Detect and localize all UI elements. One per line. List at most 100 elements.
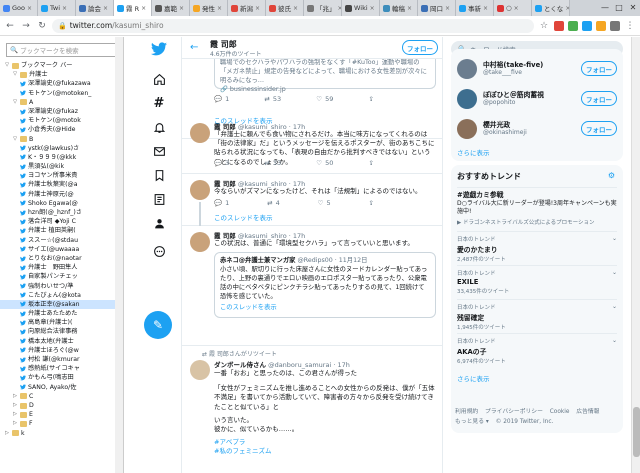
bookmark-folder[interactable]: ▽ A <box>0 98 123 107</box>
browser-tab[interactable]: 彼氏 × <box>266 0 304 16</box>
close-tab-icon[interactable]: × <box>565 5 569 12</box>
reload-icon[interactable]: ↻ <box>36 21 48 31</box>
browser-tab[interactable]: 「兆」× <box>304 0 342 16</box>
bookmark-folder[interactable]: ▷ F <box>0 419 123 428</box>
minimize-button[interactable]: — <box>598 0 612 16</box>
expand-arrow-icon[interactable]: ▽ <box>12 70 18 79</box>
footer-more-link[interactable]: もっと見る ▾ <box>455 419 489 425</box>
avatar[interactable] <box>190 232 210 252</box>
close-tab-icon[interactable]: × <box>407 5 412 12</box>
bookmark-item[interactable]: ススー☆(@stdau <box>0 236 123 245</box>
avatar[interactable] <box>190 360 210 380</box>
close-tab-icon[interactable]: × <box>514 5 519 12</box>
quoted-show-thread-link[interactable]: このスレッドを表示 <box>220 303 430 312</box>
bookmark-item[interactable]: 橋本太地(弁護士 <box>0 337 123 346</box>
follow-button[interactable]: フォロー <box>402 40 438 55</box>
expand-arrow-icon[interactable]: ▷ <box>12 392 18 401</box>
expand-arrow-icon[interactable]: ▽ <box>4 61 10 70</box>
bookmark-folder[interactable]: ▽ B <box>0 135 123 144</box>
forward-icon[interactable]: → <box>20 21 32 31</box>
bookmark-item[interactable]: 感熱紙(サイコキャ <box>0 364 123 373</box>
bookmark-folder[interactable]: ▷ D <box>0 401 123 410</box>
sidebar-scrollbar[interactable] <box>115 37 123 473</box>
back-icon[interactable]: ← <box>4 21 16 31</box>
show-more-link[interactable]: さらに表示 <box>457 373 490 383</box>
gear-icon[interactable]: ⚙ <box>608 171 615 180</box>
browser-tab[interactable]: 岡口 × <box>418 0 456 16</box>
messages-icon[interactable] <box>151 143 167 159</box>
close-tab-icon[interactable]: × <box>27 5 32 12</box>
browser-tab[interactable]: Wiki × <box>342 0 380 16</box>
tweet[interactable]: 霞 司郎 @kasumi_shiro · 17h 今ならいがズマンになったけど、… <box>182 174 442 226</box>
url-field[interactable]: 🔒 twitter.com/kasumi_shiro <box>52 18 534 33</box>
like-button[interactable]: ♡ 50 <box>316 159 333 167</box>
chevron-down-icon[interactable]: ⌄ <box>612 269 617 276</box>
bookmark-folder[interactable]: ▷ C <box>0 392 123 401</box>
bookmark-item[interactable]: 落合洋司 ◆Yoji C <box>0 217 123 226</box>
expand-arrow-icon[interactable]: ▷ <box>12 401 18 410</box>
bookmark-item[interactable]: ヨコヤン所事米貴 <box>0 171 123 180</box>
close-tab-icon[interactable]: × <box>293 5 298 12</box>
bookmark-item[interactable]: 弁護士秋葉実(@a <box>0 180 123 189</box>
explore-icon[interactable]: # <box>151 95 167 111</box>
avatar[interactable] <box>190 180 210 200</box>
follow-button[interactable]: フォロー <box>581 91 617 106</box>
bookmark-item[interactable]: モトケン(@motoken_ <box>0 89 123 98</box>
browser-tab[interactable]: 論会 × <box>76 0 114 16</box>
bookmarks-icon[interactable] <box>151 167 167 183</box>
bookmark-item[interactable]: 深澤諭史(@fukazawa <box>0 79 123 88</box>
close-tab-icon[interactable]: × <box>217 5 222 12</box>
trend-item[interactable]: 日本のトレンド EXILE 33,435件のツイート ⌄ <box>457 265 617 299</box>
suggested-account[interactable]: 櫻井光政 @okinashimeji フォロー <box>457 117 617 143</box>
back-arrow-icon[interactable]: ← <box>190 42 198 53</box>
expand-arrow-icon[interactable]: ▽ <box>12 98 18 107</box>
show-more-link[interactable]: さらに表示 <box>457 147 490 157</box>
browser-tab[interactable]: 新潟 × <box>228 0 266 16</box>
profile-icon[interactable] <box>151 215 167 231</box>
avatar[interactable] <box>457 89 477 109</box>
expand-arrow-icon[interactable]: ▽ <box>12 135 18 144</box>
expand-arrow-icon[interactable]: ▷ <box>12 410 18 419</box>
bookmark-item[interactable]: 弁護士あたためた <box>0 309 123 318</box>
quoted-tweet[interactable]: 赤ネコ@弁護士兼マンガ家 @Redips00 · 11月12日 小さい頃、駅切り… <box>214 252 436 318</box>
chevron-down-icon[interactable]: ⌄ <box>612 303 617 310</box>
scrollbar-thumb[interactable] <box>633 407 640 457</box>
bookmark-item[interactable]: 坂本正幸(@sakan <box>0 299 123 310</box>
browser-tab[interactable]: Twi × <box>38 0 76 16</box>
footer-link[interactable]: Cookie <box>550 409 570 415</box>
bookmark-item[interactable]: 弁護士 野田隼人 <box>0 263 123 272</box>
bookmark-item[interactable]: 強制わいせつ/準 <box>0 282 123 291</box>
expand-arrow-icon[interactable]: ▷ <box>12 419 18 428</box>
browser-tab[interactable]: 霧 R × <box>114 0 152 16</box>
bookmark-item[interactable]: K・９９９(@kkk <box>0 153 123 162</box>
more-icon[interactable] <box>151 243 167 259</box>
chevron-down-icon[interactable]: ⌄ <box>612 235 617 242</box>
extension-icon[interactable] <box>554 20 564 31</box>
suggested-name[interactable]: ぽぽひと＠筋肉蓄視 <box>483 89 544 99</box>
trend-item[interactable]: 日本のトレンド 愛のかたまり 2,487件のツイート ⌄ <box>457 231 617 265</box>
footer-link[interactable]: 利用規約 <box>455 409 478 415</box>
compose-tweet-button[interactable]: ✎ <box>144 311 172 339</box>
reply-button[interactable]: 💬 1 <box>214 95 229 103</box>
browser-tab[interactable]: 輪稿 × <box>380 0 418 16</box>
browser-tab[interactable]: ○ × <box>494 0 532 16</box>
retweet-button[interactable]: ⇄ 53 <box>264 95 281 103</box>
reply-button[interactable]: 💬 3 <box>214 159 229 167</box>
browser-tab[interactable]: 事新 × <box>456 0 494 16</box>
trend-item[interactable]: 日本のトレンド 残留確定 1,945件のツイート ⌄ <box>457 299 617 333</box>
browser-tab[interactable]: 嘉範 × <box>152 0 190 16</box>
bookmark-item[interactable]: 村松 謙(@kmurar <box>0 355 123 364</box>
extension-icon[interactable] <box>596 20 606 31</box>
bookmark-item[interactable]: 弁護士 植田英嗣( <box>0 226 123 235</box>
footer-link[interactable]: 広告情報 <box>576 409 599 415</box>
bookmark-item[interactable]: 黒須弘(@kik <box>0 162 123 171</box>
share-button[interactable]: ⇪ <box>369 199 374 207</box>
expand-arrow-icon[interactable]: ▷ <box>4 429 10 438</box>
page-scrollbar[interactable] <box>631 37 640 473</box>
retweet-button[interactable]: ⇄ 4 <box>267 199 280 207</box>
bookmark-folder[interactable]: ▷ k <box>0 429 123 438</box>
bookmark-folder[interactable]: ▽ ブックマーク バー <box>0 61 123 70</box>
follow-button[interactable]: フォロー <box>581 61 617 76</box>
bookmark-item[interactable]: ystk(@lawkus)さ <box>0 144 123 153</box>
bookmark-item[interactable]: Shoko Egawa(@ <box>0 199 123 208</box>
